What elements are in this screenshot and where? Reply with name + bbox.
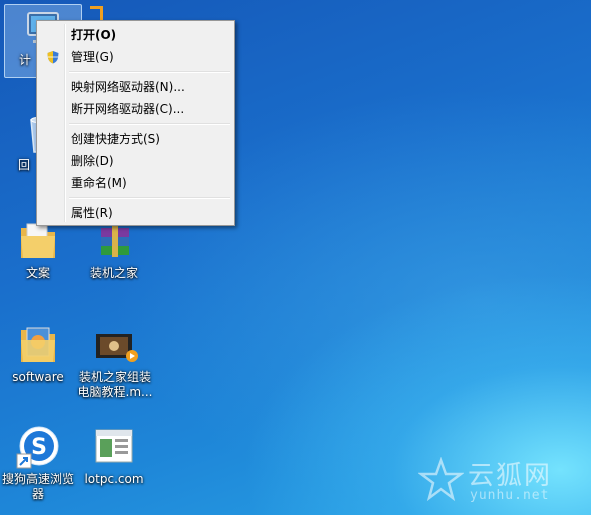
menu-item-manage[interactable]: 管理(G): [39, 46, 232, 68]
desktop-icon-lotpc[interactable]: lotpc.com: [76, 424, 152, 487]
menu-item-properties[interactable]: 属性(R): [39, 202, 232, 224]
menu-separator: [69, 197, 230, 199]
folder-icon: [15, 322, 61, 368]
menu-item-map-network-drive[interactable]: 映射网络驱动器(N)...: [39, 76, 232, 98]
menu-item-disconnect-network-drive[interactable]: 断开网络驱动器(C)...: [39, 98, 232, 120]
menu-item-rename[interactable]: 重命名(M): [39, 172, 232, 194]
menu-item-label: 映射网络驱动器(N)...: [71, 80, 185, 94]
desktop-icon-software-folder[interactable]: software: [0, 322, 76, 385]
sogou-browser-icon: S: [15, 424, 61, 470]
desktop-icon-label: 文案: [25, 266, 50, 280]
desktop-icon-video-tutorial[interactable]: 装机之家组装电脑教程.m...: [76, 322, 154, 400]
desktop-icon-label: 搜狗高速浏览器: [1, 472, 74, 501]
watermark: 云狐网 yunhu.net: [418, 455, 588, 510]
svg-text:S: S: [31, 435, 47, 460]
desktop-icon-folder-wenan[interactable]: 文案: [0, 218, 76, 281]
desktop-icon-sogou-browser[interactable]: S 搜狗高速浏览器: [0, 424, 76, 502]
menu-separator: [69, 71, 230, 73]
menu-item-label: 属性(R): [71, 206, 113, 220]
desktop-icon-label: lotpc.com: [84, 472, 144, 486]
menu-item-label: 删除(D): [71, 154, 114, 168]
desktop-icon-zhuangjizhijia-archive[interactable]: 装机之家: [76, 218, 152, 281]
context-menu: 打开(O) 管理(G) 映射网络驱动器(N)... 断开网络驱动器(C)... …: [36, 20, 235, 226]
watermark-subtext: yunhu.net: [470, 488, 550, 503]
uac-shield-icon: [47, 51, 59, 64]
webpage-shortcut-icon: [91, 424, 137, 470]
video-file-icon: [92, 322, 138, 368]
menu-item-label: 管理(G): [71, 50, 114, 64]
desktop-icon-label: 装机之家组装电脑教程.m...: [77, 370, 153, 399]
menu-item-label: 重命名(M): [71, 176, 127, 190]
menu-item-label: 断开网络驱动器(C)...: [71, 102, 185, 116]
menu-item-label: 打开(O): [71, 28, 117, 42]
menu-item-open[interactable]: 打开(O): [39, 24, 232, 46]
menu-item-create-shortcut[interactable]: 创建快捷方式(S): [39, 128, 232, 150]
desktop-icon-label: software: [12, 370, 64, 384]
menu-separator: [69, 123, 230, 125]
desktop-icon-label: 装机之家: [89, 266, 138, 280]
menu-item-delete[interactable]: 删除(D): [39, 150, 232, 172]
star-logo-icon: [418, 457, 464, 502]
watermark-text: 云狐网: [468, 461, 553, 491]
menu-item-label: 创建快捷方式(S): [71, 132, 160, 146]
